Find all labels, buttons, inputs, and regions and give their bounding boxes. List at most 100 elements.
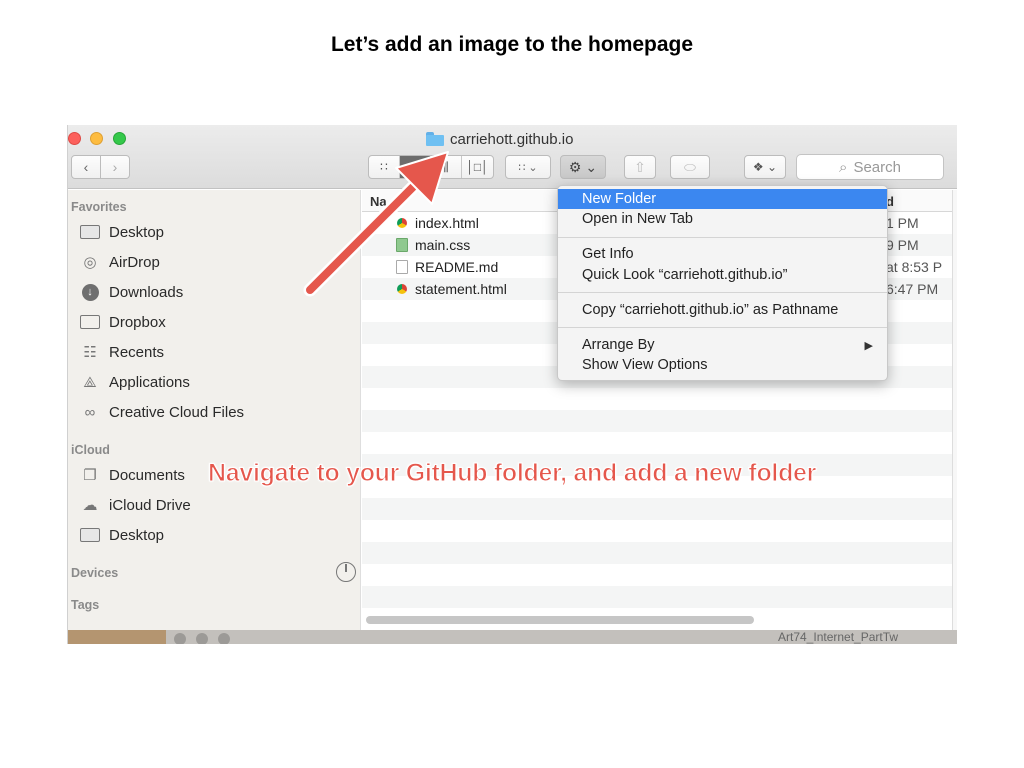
menu-item-arrange-by[interactable]: Arrange By ▶ [558, 335, 887, 355]
empty-row [362, 520, 952, 542]
window-title: carriehott.github.io [426, 128, 573, 150]
sidebar-item-label: Dropbox [109, 313, 166, 331]
finder-toolbar: carriehott.github.io ‹ › ∷ ≡ ⫼ │□│ ∷ ⌄ ⚙… [68, 125, 957, 189]
chrome-document-icon [397, 218, 407, 228]
background-window-title: Art74_Internet_PartTw [778, 630, 899, 644]
folder-icon [426, 132, 444, 146]
menu-item-new-folder[interactable]: New Folder [558, 189, 887, 209]
sidebar-item-label: Downloads [109, 283, 184, 301]
forward-button[interactable]: › [100, 155, 130, 179]
downloads-icon: ↓ [80, 283, 100, 301]
cover-flow-view-button[interactable]: │□│ [462, 156, 493, 178]
icloud-header: iCloud [71, 443, 110, 457]
empty-row [362, 542, 952, 564]
grid-icon: ∷ [380, 160, 388, 174]
zoom-button[interactable] [113, 132, 126, 145]
menu-item-quick-look[interactable]: Quick Look “carriehott.github.io” [558, 265, 887, 285]
chrome-document-icon [397, 284, 407, 294]
close-button[interactable] [68, 132, 81, 145]
menu-item-copy-pathname[interactable]: Copy “carriehott.github.io” as Pathname [558, 300, 887, 320]
devices-header: Devices [71, 566, 119, 580]
column-view-button[interactable]: ⫼ [431, 156, 462, 178]
search-placeholder: Search [853, 158, 901, 176]
sidebar-item-label: Documents [109, 466, 185, 484]
sidebar-item-dropbox[interactable]: Dropbox [80, 310, 166, 334]
sidebar-item-label: Desktop [109, 223, 165, 241]
tags-header: Tags [71, 598, 100, 612]
tag-icon: ⬭ [684, 158, 696, 175]
arrange-grid-icon: ∷ ⌄ [518, 161, 538, 174]
search-icon: ⌕ [839, 158, 848, 176]
menu-separator [558, 327, 887, 328]
gear-icon: ⚙ ⌄ [568, 158, 598, 175]
dropbox-button[interactable]: ❖ ⌄ [744, 155, 786, 179]
sidebar-item-desktop[interactable]: Desktop [80, 220, 164, 244]
airdrop-icon: ◎ [83, 254, 97, 271]
file-name: main.css [415, 237, 471, 253]
empty-row [362, 564, 952, 586]
submenu-arrow-icon: ▶ [864, 339, 873, 352]
menu-item-open-new-tab[interactable]: Open in New Tab [558, 209, 887, 229]
documents-icon: ❐ [83, 467, 97, 484]
desktop-wallpaper [68, 630, 166, 644]
minimize-button[interactable] [90, 132, 103, 145]
sync-status-icon [336, 562, 356, 582]
slide-title: Let’s add an image to the homepage [330, 33, 694, 56]
file-name: index.html [415, 215, 479, 231]
sidebar-item-documents[interactable]: ❐ Documents [80, 463, 185, 487]
sidebar-item-label: AirDrop [109, 253, 160, 271]
arrange-button[interactable]: ∷ ⌄ [505, 155, 551, 179]
list-view-button[interactable]: ≡ [400, 156, 431, 178]
menu-separator [558, 292, 887, 293]
sidebar-item-label: Desktop [109, 526, 165, 544]
recents-icon: ☷ [83, 344, 97, 361]
desktop-icon [80, 526, 100, 544]
file-name: statement.html [415, 281, 507, 297]
sidebar-item-label: Applications [109, 373, 190, 391]
columns-icon: ⫼ [443, 159, 449, 174]
arrange-by-label: Arrange By [582, 337, 655, 353]
search-input[interactable]: ⌕ Search [796, 154, 944, 180]
right-panel-edge [952, 190, 957, 630]
empty-row [362, 410, 952, 432]
menu-item-show-view-options[interactable]: Show View Options [558, 355, 887, 375]
desktop-icon [80, 223, 100, 241]
action-gear-button[interactable]: ⚙ ⌄ [560, 155, 606, 179]
creative-cloud-icon: ∞ [84, 403, 96, 421]
empty-row [362, 432, 952, 454]
empty-row [362, 586, 952, 608]
file-date: at 8:53 P [886, 259, 943, 275]
applications-icon: ⟁ [83, 373, 97, 391]
sidebar-item-applications[interactable]: ⟁ Applications [80, 370, 190, 394]
css-file-icon [396, 238, 408, 252]
menu-item-get-info[interactable]: Get Info [558, 244, 887, 264]
dropbox-icon: ❖ ⌄ [752, 160, 778, 174]
file-date: 9 PM [886, 237, 919, 253]
sidebar-item-label: Recents [109, 343, 165, 361]
menu-separator [558, 237, 887, 238]
share-icon: ⇧ [634, 158, 646, 175]
empty-row [362, 498, 952, 520]
chevron-left-icon: ‹ [83, 159, 89, 175]
name-column-header[interactable]: Na [370, 194, 387, 209]
background-window-controls [174, 633, 230, 644]
favorites-header: Favorites [71, 200, 127, 214]
empty-row [362, 388, 952, 410]
sidebar-item-creative-cloud-files[interactable]: ∞ Creative Cloud Files [80, 400, 244, 424]
file-name: README.md [415, 259, 499, 275]
share-button[interactable]: ⇧ [624, 155, 656, 179]
annotation-text: Navigate to your GitHub folder, and add … [207, 459, 817, 488]
sidebar-item-downloads[interactable]: ↓ Downloads [80, 280, 183, 304]
file-date: 1 PM [886, 215, 919, 231]
sidebar-item-icloud-desktop[interactable]: Desktop [80, 523, 164, 547]
sidebar-item-icloud-drive[interactable]: ☁ iCloud Drive [80, 493, 191, 517]
sidebar-item-airdrop[interactable]: ◎ AirDrop [80, 250, 160, 274]
window-title-text: carriehott.github.io [450, 130, 574, 148]
sidebar-item-recents[interactable]: ☷ Recents [80, 340, 164, 364]
background-window-strip: Art74_Internet_PartTw [68, 630, 957, 644]
horizontal-scrollbar[interactable] [366, 616, 754, 624]
back-button[interactable]: ‹ [71, 155, 101, 179]
tag-button[interactable]: ⬭ [670, 155, 710, 179]
file-date: 6:47 PM [886, 281, 939, 297]
icon-view-button[interactable]: ∷ [369, 156, 400, 178]
